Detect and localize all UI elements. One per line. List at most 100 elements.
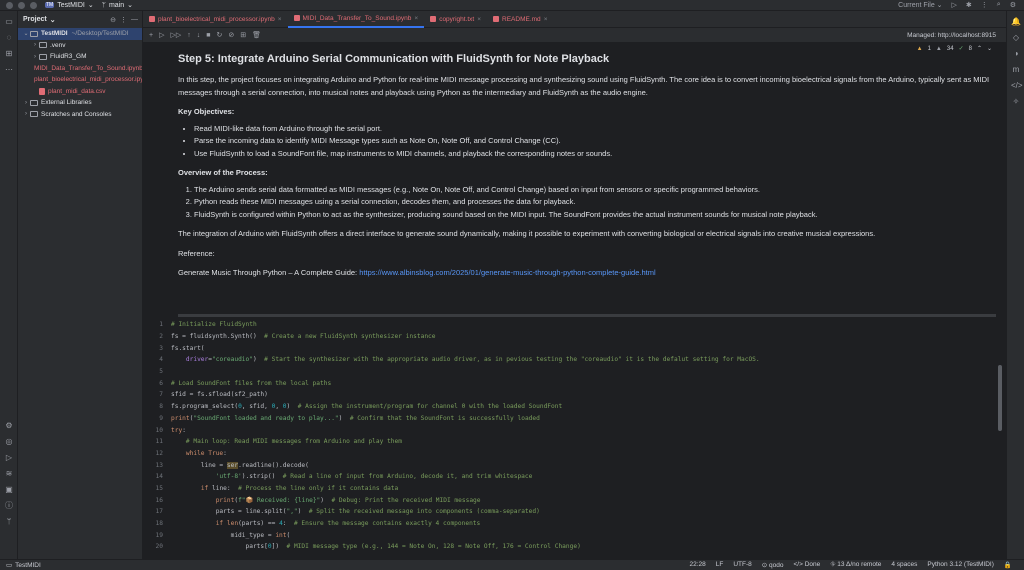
close-icon[interactable]: × bbox=[477, 16, 481, 23]
bookmarks-icon[interactable]: ⋯ bbox=[4, 65, 14, 75]
more-icon[interactable]: ⋮ bbox=[981, 1, 988, 9]
tree-item[interactable]: plant_bioelectrical_midi_processor.ipynb bbox=[18, 74, 142, 86]
chevron-right-icon[interactable]: › bbox=[31, 54, 39, 60]
code-with-me-icon[interactable]: </> bbox=[1011, 81, 1023, 91]
tree-item[interactable]: › .venv bbox=[18, 40, 142, 52]
reference-link[interactable]: https://www.albinsblog.com/2025/01/gener… bbox=[359, 268, 655, 277]
chevron-up-icon[interactable]: ⌃ bbox=[977, 45, 982, 52]
status-encoding[interactable]: UTF-8 bbox=[733, 561, 751, 569]
tree-item[interactable]: › Scratches and Consoles bbox=[18, 109, 142, 121]
search-icon[interactable]: ⌕ bbox=[997, 1, 1001, 9]
terminal-icon[interactable]: ▣ bbox=[4, 485, 14, 495]
editor-tab[interactable]: copyright.txt × bbox=[424, 11, 487, 28]
code-line[interactable]: 9 print("SoundFont loaded and ready to pl… bbox=[143, 413, 1006, 425]
window-controls[interactable] bbox=[6, 1, 37, 9]
chevron-right-icon[interactable]: › bbox=[22, 100, 30, 106]
git-icon[interactable]: ᛘ bbox=[4, 517, 14, 527]
editor-tab[interactable]: plant_bioelectrical_midi_processor.ipynb… bbox=[143, 11, 288, 28]
notifications-icon[interactable]: 🔔 bbox=[1011, 17, 1021, 27]
tree-item[interactable]: › External Libraries bbox=[18, 97, 142, 109]
run-all-icon[interactable]: ▷ bbox=[159, 31, 164, 39]
jupyter-server[interactable]: Managed: http://localhost:8915 bbox=[907, 32, 996, 39]
code-line[interactable]: 13 line = ser.readline().decode( bbox=[143, 459, 1006, 471]
chevron-down-icon[interactable]: ⌄ bbox=[987, 45, 992, 52]
sciview-icon[interactable]: ◑ bbox=[1011, 49, 1021, 59]
run-icon[interactable]: ▷ bbox=[952, 1, 957, 9]
run-icon[interactable]: ▷▷ bbox=[170, 31, 181, 39]
status-position[interactable]: 22:28 bbox=[689, 561, 705, 569]
tree-item[interactable]: plant_midi_data.csv bbox=[18, 86, 142, 98]
plugins-icon[interactable]: ⚙ bbox=[4, 421, 14, 431]
status-qodo[interactable]: ⊙ qodo bbox=[762, 561, 784, 569]
code-line[interactable]: 15 if line: # Process the line only if i… bbox=[143, 483, 1006, 495]
folder-icon[interactable]: ▭ bbox=[4, 17, 14, 27]
chevron-down-icon[interactable]: ⌄ bbox=[50, 16, 56, 24]
delete-icon[interactable]: 🗑 bbox=[252, 31, 261, 39]
tree-item[interactable]: ⌄ TestMIDI ~/Desktop/TestMIDI bbox=[18, 28, 142, 40]
project-switcher[interactable]: TM TestMIDI ⌄ bbox=[45, 1, 94, 9]
code-line[interactable]: 20 parts[0]) # MIDI message type (e.g., … bbox=[143, 541, 1006, 553]
move-down-icon[interactable]: ↓ bbox=[197, 32, 201, 39]
more-icon[interactable]: ⋮ bbox=[120, 16, 127, 24]
tree-item[interactable]: MIDI_Data_Transfer_To_Sound.ipynb bbox=[18, 63, 142, 75]
m-icon[interactable]: m bbox=[1011, 65, 1021, 75]
code-line[interactable]: 18 if len(parts) == 4: # Ensure the mess… bbox=[143, 518, 1006, 530]
variables-icon[interactable]: ⊞ bbox=[240, 31, 246, 39]
code-line[interactable]: 7 sfid = fs.sfload(sf2_path) bbox=[143, 389, 1006, 401]
tree-item[interactable]: › FluidR3_GM bbox=[18, 51, 142, 63]
code-cell[interactable]: 1 # Initialize FluidSynth 2 fs = fluidsynth… bbox=[143, 319, 1006, 553]
code-line[interactable]: 19 midi_type = int( bbox=[143, 529, 1006, 541]
code-line[interactable]: 14 'utf-8').strip() # Read a line of inp… bbox=[143, 471, 1006, 483]
status-interpreter[interactable]: Python 3.12 (TestMIDI) bbox=[927, 561, 993, 569]
status-done[interactable]: </> Done bbox=[794, 561, 821, 569]
code-line[interactable]: 5 bbox=[143, 366, 1006, 378]
move-up-icon[interactable]: ↑ bbox=[187, 32, 191, 39]
gear-icon[interactable]: ⚙ bbox=[1010, 1, 1016, 9]
code-line[interactable]: 17 parts = line.split(",") # Split the r… bbox=[143, 506, 1006, 518]
status-line-separator[interactable]: LF bbox=[716, 561, 724, 569]
minimize-icon[interactable]: — bbox=[131, 16, 138, 24]
notebook-editor[interactable]: ▲ 1 ▲ 34 ✓ 8 ⌃ ⌄ Step 5: Integrate Arduino … bbox=[143, 43, 1006, 559]
code-line[interactable]: 10 try: bbox=[143, 424, 1006, 436]
commit-icon[interactable]: ◌ bbox=[4, 33, 14, 43]
code-line[interactable]: 1 # Initialize FluidSynth bbox=[143, 319, 1006, 331]
collapse-icon[interactable]: ⊖ bbox=[110, 16, 116, 24]
python-packages-icon[interactable]: ◎ bbox=[4, 437, 14, 447]
code-line[interactable]: 16 print(f"📦 Received: {line}") # Debug:… bbox=[143, 494, 1006, 506]
branch-switcher[interactable]: ᛘ main ⌄ bbox=[102, 1, 133, 10]
code-line[interactable]: 12 while True: bbox=[143, 448, 1006, 460]
code-line[interactable]: 11 # Main loop: Read MIDI messages from … bbox=[143, 436, 1006, 448]
run-config[interactable]: Current File ⌄ bbox=[898, 1, 942, 9]
chevron-right-icon[interactable]: › bbox=[22, 111, 30, 117]
chevron-down-icon[interactable]: ⌄ bbox=[22, 30, 30, 37]
code-line[interactable]: 4 driver="coreaudio") # Start the synthe… bbox=[143, 354, 1006, 366]
editor-scrollbar[interactable] bbox=[998, 365, 1002, 431]
close-icon[interactable]: × bbox=[544, 16, 548, 23]
restart-icon[interactable]: ↻ bbox=[217, 31, 223, 39]
status-remote[interactable]: ⛗ 13 Δ/no remote bbox=[830, 561, 881, 569]
layers-icon[interactable]: ≋ bbox=[4, 469, 14, 479]
structure-icon[interactable]: ⊞ bbox=[4, 49, 14, 59]
editor-tab[interactable]: README.md × bbox=[487, 11, 553, 28]
problems-icon[interactable]: ⓘ bbox=[4, 501, 14, 511]
database-icon[interactable]: ◇ bbox=[1011, 33, 1021, 43]
code-line[interactable]: 6 # Load SoundFont files from the local p… bbox=[143, 377, 1006, 389]
status-indent[interactable]: 4 spaces bbox=[891, 561, 917, 569]
lock-icon[interactable]: 🔒 bbox=[1004, 561, 1012, 569]
code-line[interactable]: 2 fs = fluidsynth.Synth() # Create a new … bbox=[143, 331, 1006, 343]
add-cell-icon[interactable]: + bbox=[149, 32, 153, 39]
clear-icon[interactable]: ⊘ bbox=[228, 31, 234, 39]
chevron-right-icon[interactable]: › bbox=[31, 42, 39, 48]
editor-tab[interactable]: MIDI_Data_Transfer_To_Sound.ipynb × bbox=[287, 11, 425, 28]
run-tool-icon[interactable]: ▷ bbox=[4, 453, 14, 463]
stop-icon[interactable]: ■ bbox=[206, 32, 210, 39]
code-line[interactable]: 3 fs.start( bbox=[143, 342, 1006, 354]
close-icon[interactable]: × bbox=[278, 16, 282, 23]
inspection-widget[interactable]: ▲ 1 ▲ 34 ✓ 8 ⌃ ⌄ bbox=[917, 45, 992, 53]
close-icon[interactable]: × bbox=[414, 15, 418, 22]
project-panel-title[interactable]: Project bbox=[23, 16, 47, 23]
markdown-cell[interactable]: Step 5: Integrate Arduino Serial Communi… bbox=[178, 53, 998, 287]
debug-icon[interactable]: ✱ bbox=[966, 1, 972, 9]
code-line[interactable]: 8 fs.program_select(0, sfid, 0, 0) # Assi… bbox=[143, 401, 1006, 413]
status-project[interactable]: TestMIDI bbox=[15, 562, 41, 569]
